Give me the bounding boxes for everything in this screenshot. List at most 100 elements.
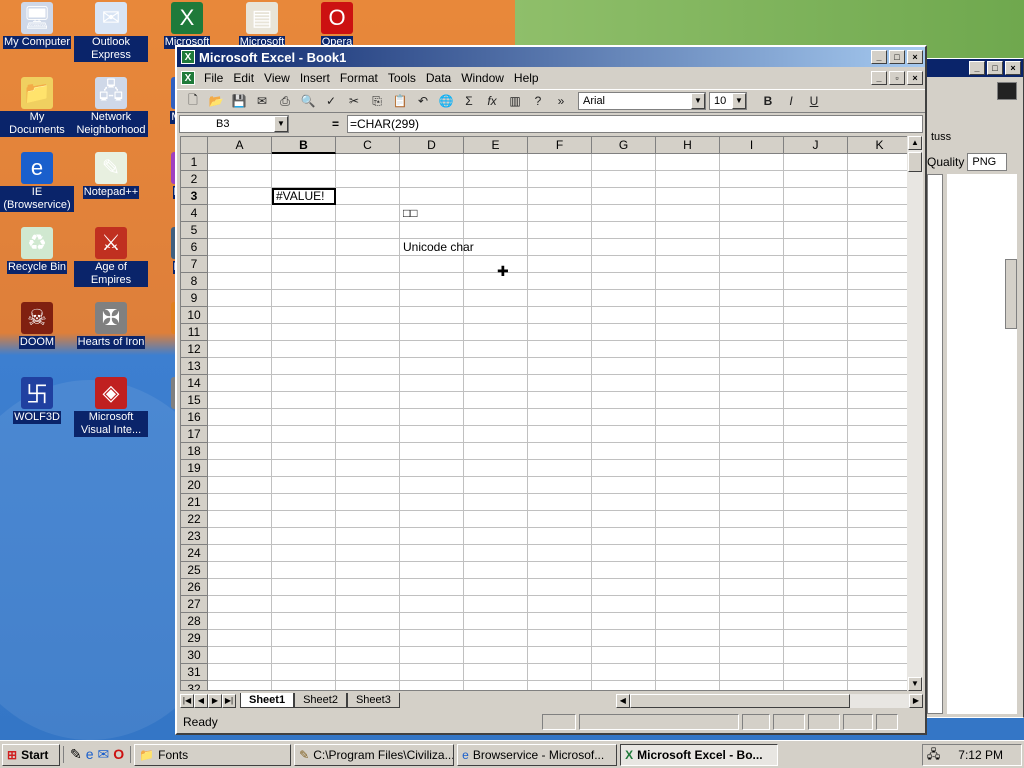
print-preview-icon[interactable]: 🔍 [298, 91, 318, 111]
save-icon[interactable]: 💾 [229, 91, 249, 111]
underline-icon[interactable]: U [804, 91, 824, 111]
row-header[interactable]: 14 [181, 375, 208, 392]
select-all-button[interactable] [181, 137, 208, 154]
excel-window[interactable]: X Microsoft Excel - Book1 _ □ × X File Ed… [175, 45, 927, 735]
workbook-close-button[interactable]: × [907, 71, 923, 85]
show-desktop-icon[interactable]: ✎ [70, 746, 82, 763]
vertical-scrollbar[interactable]: ▲ ▼ [907, 136, 923, 691]
desktop-icon[interactable]: O Opera [300, 2, 374, 49]
row-header[interactable]: 5 [181, 222, 208, 239]
undo-icon[interactable]: ↶ [413, 91, 433, 111]
prev-sheet-icon[interactable]: ◀ [194, 693, 208, 708]
excel-titlebar[interactable]: X Microsoft Excel - Book1 _ □ × [177, 47, 925, 67]
first-sheet-icon[interactable]: |◀ [180, 693, 194, 708]
help-icon[interactable]: ? [528, 91, 548, 111]
clock[interactable]: 7:12 PM [958, 748, 1003, 762]
autosum-icon[interactable]: Σ [459, 91, 479, 111]
desktop-icon[interactable]: ◈ Microsoft Visual Inte... [74, 377, 148, 437]
workbook-minimize-button[interactable]: _ [871, 71, 887, 85]
desktop-icon[interactable]: ☠ DOOM [0, 302, 74, 349]
horizontal-scrollbar[interactable]: ◀ ▶ [615, 693, 923, 708]
column-header[interactable]: J [784, 137, 848, 154]
menu-file[interactable]: File [199, 71, 228, 85]
chevron-down-icon[interactable]: ▼ [274, 116, 288, 132]
column-header[interactable]: I [720, 137, 784, 154]
menu-help[interactable]: Help [509, 71, 544, 85]
desktop-icon[interactable]: 🖧 Network Neighborhood [74, 77, 148, 137]
desktop-icon[interactable]: e IE (Browservice) [0, 152, 74, 212]
row-header[interactable]: 31 [181, 664, 208, 681]
desktop-icon[interactable]: ♻ Recycle Bin [0, 227, 74, 274]
minimize-button[interactable]: _ [969, 61, 985, 75]
desktop-icon[interactable]: X Microsoft [150, 2, 224, 49]
menu-insert[interactable]: Insert [295, 71, 335, 85]
desktop-icon[interactable]: ▤ Microsoft [225, 2, 299, 49]
row-header[interactable]: 8 [181, 273, 208, 290]
maximize-button[interactable]: □ [889, 50, 905, 64]
desktop-icon[interactable]: 🖥 My Computer [0, 2, 74, 49]
scroll-down-icon[interactable]: ▼ [908, 677, 922, 691]
last-sheet-icon[interactable]: ▶| [222, 693, 236, 708]
equals-icon[interactable]: = [293, 117, 343, 131]
row-header[interactable]: 10 [181, 307, 208, 324]
print-icon[interactable]: ⎙ [275, 91, 295, 111]
row-header[interactable]: 9 [181, 290, 208, 307]
name-box[interactable]: B3 ▼ [179, 115, 289, 133]
desktop-icon[interactable]: ✠ Hearts of Iron [74, 302, 148, 349]
row-header[interactable]: 26 [181, 579, 208, 596]
sheet-tab[interactable]: Sheet1 [240, 693, 295, 708]
open-icon[interactable]: 📂 [206, 91, 226, 111]
row-header[interactable]: 3 [181, 188, 208, 205]
maximize-button[interactable]: □ [987, 61, 1003, 75]
workbook-icon[interactable]: X [181, 71, 195, 85]
row-header[interactable]: 23 [181, 528, 208, 545]
desktop-icon[interactable]: ✎ Notepad++ [74, 152, 148, 199]
column-header[interactable]: H [656, 137, 720, 154]
row-header[interactable]: 24 [181, 545, 208, 562]
row-header[interactable]: 11 [181, 324, 208, 341]
quality-select[interactable]: PNG [967, 153, 1008, 171]
italic-icon[interactable]: I [781, 91, 801, 111]
menu-window[interactable]: Window [456, 71, 509, 85]
chart-wizard-icon[interactable]: ▥ [505, 91, 525, 111]
volume-icon[interactable]: 🖧 [927, 745, 940, 766]
row-header[interactable]: 12 [181, 341, 208, 358]
row-header[interactable]: 22 [181, 511, 208, 528]
paste-icon[interactable]: 📋 [390, 91, 410, 111]
sheet-tab[interactable]: Sheet3 [346, 693, 400, 708]
worksheet-grid[interactable]: A B C D E F G H I J K 1 2 3 4 5 6 7 8 9 10 11 12 13 14 15 16 17 18 19… [180, 136, 913, 691]
ie-icon[interactable]: e [86, 746, 94, 763]
close-button[interactable]: × [907, 50, 923, 64]
row-header[interactable]: 16 [181, 409, 208, 426]
column-header[interactable]: D [400, 137, 464, 154]
hyperlink-icon[interactable]: 🌐 [436, 91, 456, 111]
scroll-right-icon[interactable]: ▶ [909, 693, 923, 708]
taskbar-item[interactable]: X Microsoft Excel - Bo... [620, 743, 779, 766]
bold-icon[interactable]: B [758, 91, 778, 111]
start-button[interactable]: ⊞ Start [2, 743, 60, 766]
taskbar-item[interactable]: e Browservice - Microsof... [457, 743, 618, 766]
desktop-icon[interactable]: 📁 My Documents [0, 77, 74, 137]
row-header[interactable]: 2 [181, 171, 208, 188]
row-header[interactable]: 6 [181, 239, 208, 256]
spelling-icon[interactable]: ✓ [321, 91, 341, 111]
taskbar-item[interactable]: 📁 Fonts [134, 743, 292, 766]
minimize-button[interactable]: _ [871, 50, 887, 64]
menu-format[interactable]: Format [335, 71, 383, 85]
scroll-left-icon[interactable]: ◀ [615, 693, 630, 708]
row-header[interactable]: 1 [181, 154, 208, 171]
chevron-down-icon[interactable]: ▼ [691, 93, 705, 109]
scroll-thumb[interactable] [629, 693, 850, 708]
row-header[interactable]: 21 [181, 494, 208, 511]
more-buttons-icon[interactable]: » [551, 91, 571, 111]
row-header[interactable]: 32 [181, 681, 208, 690]
scroll-thumb[interactable] [908, 152, 922, 172]
cell-b3[interactable]: #VALUE! [272, 188, 336, 205]
workbook-restore-button[interactable]: ▫ [889, 71, 905, 85]
menu-edit[interactable]: Edit [228, 71, 259, 85]
row-header[interactable]: 18 [181, 443, 208, 460]
menu-view[interactable]: View [259, 71, 295, 85]
app-icon[interactable] [997, 82, 1017, 100]
scroll-up-icon[interactable]: ▲ [908, 136, 922, 150]
row-header[interactable]: 27 [181, 596, 208, 613]
